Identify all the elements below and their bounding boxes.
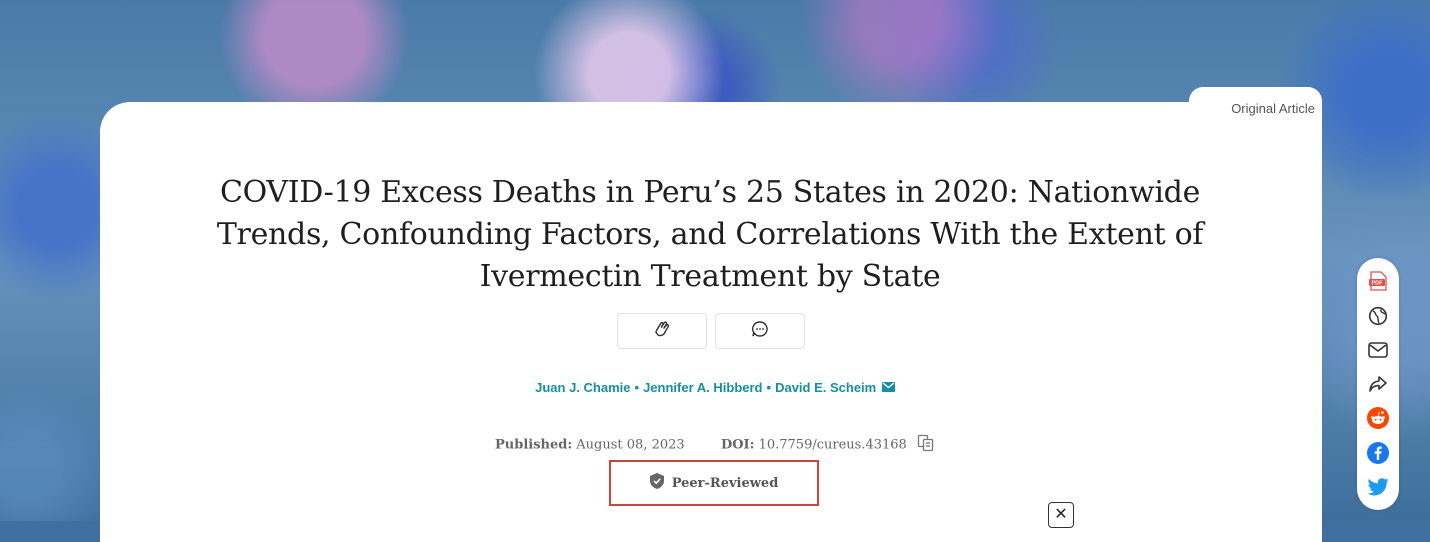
svg-text:PDF: PDF xyxy=(1372,281,1384,287)
article-type-badge: Original Article xyxy=(1231,101,1315,116)
globe-icon[interactable] xyxy=(1367,305,1389,327)
separator: • xyxy=(766,380,772,395)
clap-icon xyxy=(652,319,672,344)
applause-button[interactable] xyxy=(617,313,707,349)
share-icon[interactable] xyxy=(1367,373,1389,395)
published-label: Published: xyxy=(495,437,573,453)
doi-label: DOI: xyxy=(720,437,755,453)
separator: • xyxy=(634,380,640,395)
facebook-icon[interactable] xyxy=(1367,441,1389,464)
reddit-icon[interactable] xyxy=(1367,407,1389,430)
author-link[interactable]: Jennifer A. Hibberd xyxy=(643,380,762,395)
author-link[interactable]: Juan J. Chamie xyxy=(535,380,630,395)
close-button[interactable]: ✕ xyxy=(1048,502,1074,528)
email-icon[interactable] xyxy=(1367,339,1389,361)
peer-reviewed-badge: Peer-Reviewed xyxy=(609,460,819,506)
share-sidebar: PDF xyxy=(1357,258,1399,510)
copy-icon[interactable] xyxy=(917,434,935,456)
doi-value: 10.7759/cureus.43168 xyxy=(758,437,907,453)
article-title: COVID-19 Excess Deaths in Peru’s 25 Stat… xyxy=(216,175,1204,294)
author-link[interactable]: David E. Scheim xyxy=(775,380,876,395)
pdf-icon[interactable]: PDF xyxy=(1367,270,1389,292)
twitter-icon[interactable] xyxy=(1367,476,1389,498)
shield-icon xyxy=(649,473,664,493)
comment-button[interactable] xyxy=(715,313,805,349)
peer-reviewed-label: Peer-Reviewed xyxy=(671,475,779,491)
author-list: Juan J. Chamie • Jennifer A. Hibberd • David… xyxy=(0,380,1430,395)
comment-icon xyxy=(751,320,769,343)
publication-meta: Published: August 08, 2023 DOI: 10.7759/… xyxy=(0,434,1430,456)
mail-icon[interactable] xyxy=(881,380,895,395)
published-date: August 08, 2023 xyxy=(576,437,685,453)
